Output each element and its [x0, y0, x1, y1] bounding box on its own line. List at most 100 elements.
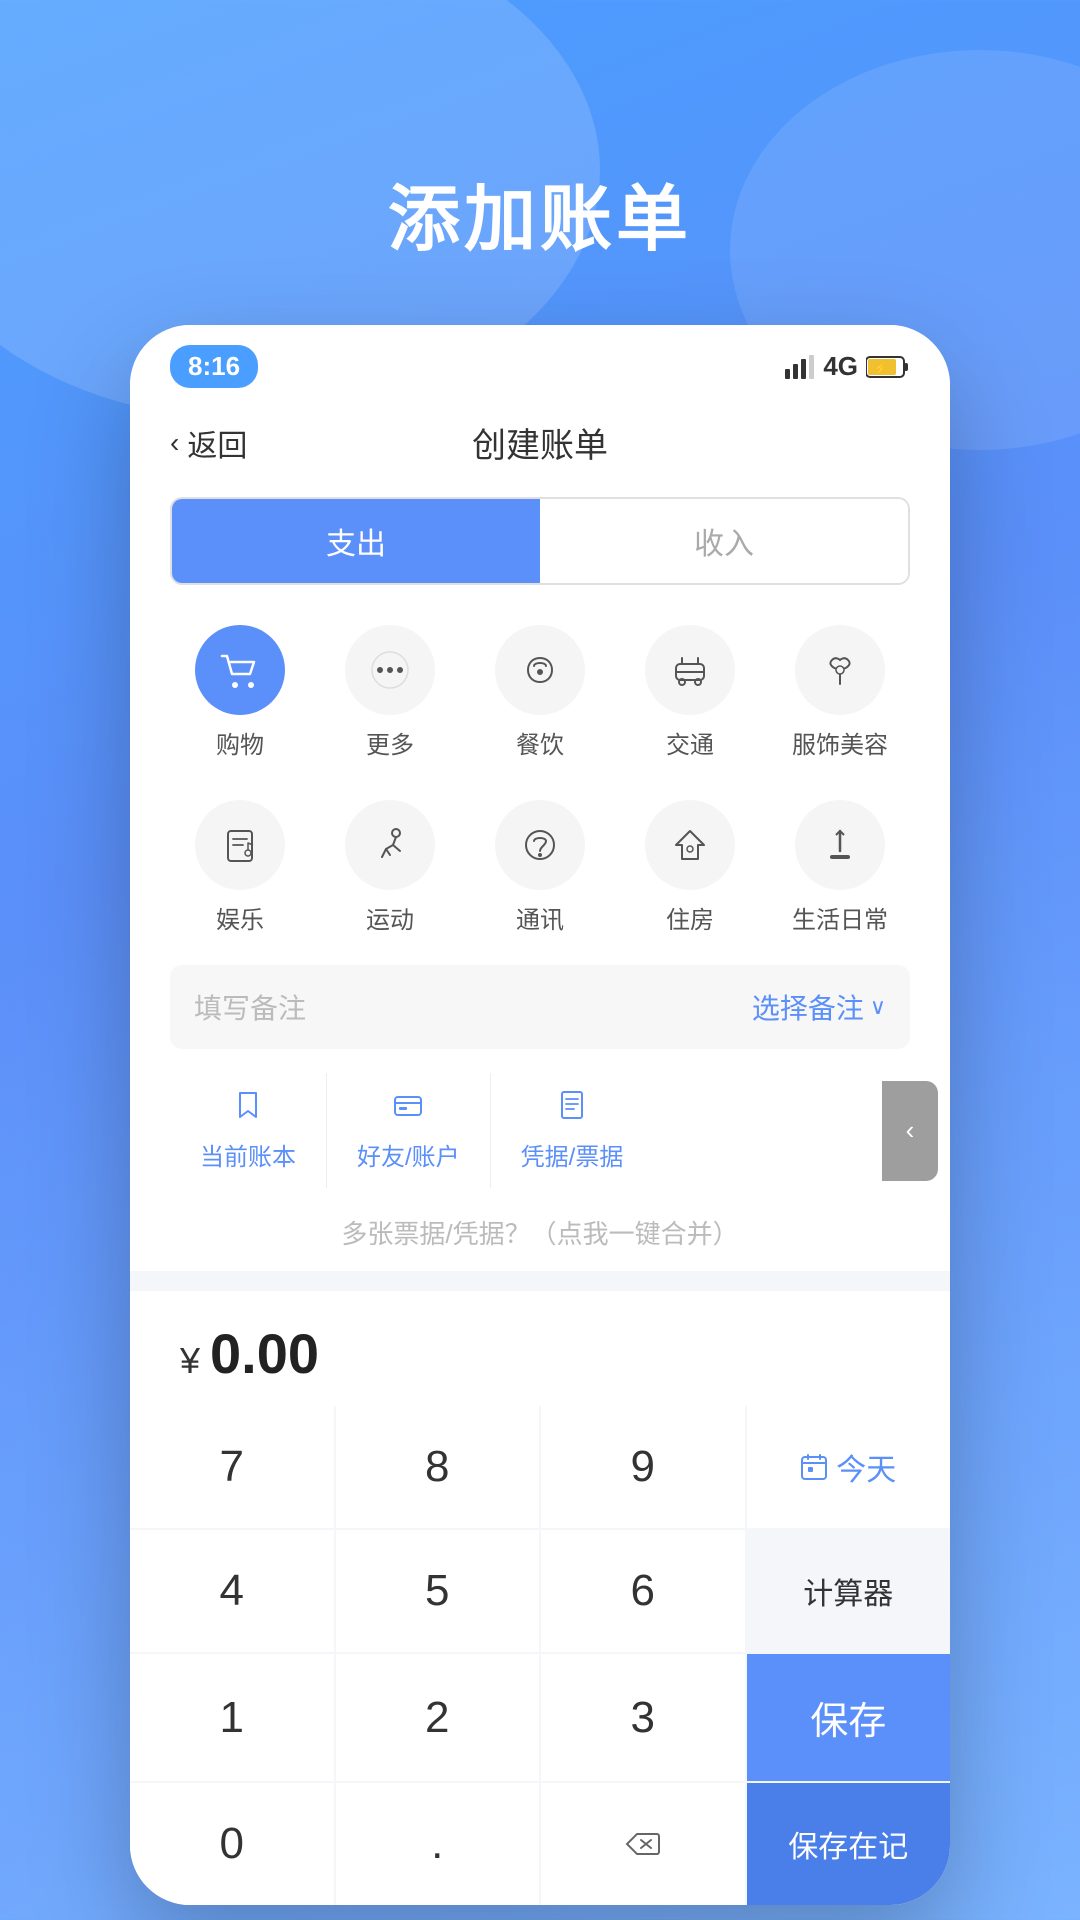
food-icon: [518, 648, 562, 692]
phone-icon: [518, 823, 562, 867]
tab-income[interactable]: 收入: [540, 499, 908, 583]
status-bar: 8:16 4G ⚡: [130, 325, 950, 398]
amount-value: 0.00: [210, 1321, 319, 1386]
key-2[interactable]: 2: [336, 1654, 540, 1781]
category-icon-more: [345, 625, 435, 715]
collapse-handle[interactable]: ‹: [882, 1081, 938, 1181]
more-icon: [368, 648, 412, 692]
select-note-label: 选择备注: [752, 987, 864, 1027]
category-item-daily[interactable]: 生活日常: [770, 790, 910, 945]
signal-icon: [785, 355, 815, 379]
category-item-sports[interactable]: 运动: [320, 790, 460, 945]
category-label-fashion: 服饰美容: [792, 725, 888, 760]
category-icon-telecom: [495, 800, 585, 890]
key-1[interactable]: 1: [130, 1654, 334, 1781]
delete-icon: [625, 1830, 661, 1858]
key-6[interactable]: 6: [541, 1530, 745, 1652]
status-icons: 4G ⚡: [785, 351, 910, 382]
category-icon-food: [495, 625, 585, 715]
phone-frame: 8:16 4G ⚡ ‹ 返回 创建账单 支出: [130, 325, 950, 1905]
category-icon-entertainment: [195, 800, 285, 890]
entertainment-icon: [218, 823, 262, 867]
category-grid-row2: 娱乐 运动: [170, 790, 910, 945]
friend-account-label: 好友/账户: [357, 1137, 460, 1172]
category-item-food[interactable]: 餐饮: [470, 615, 610, 770]
collapse-icon: ‹: [906, 1115, 915, 1146]
note-placeholder[interactable]: 填写备注: [194, 987, 306, 1027]
action-row: 当前账本 好友/账户: [170, 1073, 910, 1188]
app-header: ‹ 返回 创建账单: [130, 398, 950, 497]
battery-icon: ⚡: [866, 355, 910, 379]
chevron-down-icon: ∨: [870, 994, 886, 1020]
currency-symbol: ¥: [180, 1340, 200, 1382]
category-item-telecom[interactable]: 通讯: [470, 790, 610, 945]
key-9[interactable]: 9: [541, 1406, 745, 1528]
transport-icon: [668, 648, 712, 692]
action-current-account[interactable]: 当前账本: [170, 1073, 327, 1188]
category-label-telecom: 通讯: [516, 900, 564, 935]
category-label-housing: 住房: [666, 900, 714, 935]
category-label-transport: 交通: [666, 725, 714, 760]
daily-icon: [818, 823, 862, 867]
key-8[interactable]: 8: [336, 1406, 540, 1528]
calculator-label: 计算器: [803, 1569, 893, 1613]
amount-row: ¥ 0.00: [130, 1291, 950, 1406]
back-label: 返回: [187, 421, 247, 465]
category-icon-fashion: [795, 625, 885, 715]
tabs-container: 支出 收入: [170, 497, 910, 585]
numpad: 7 8 9 今天 4 5 6 计算器 1 2 3 保存 0 .: [130, 1406, 950, 1905]
category-icon-sports: [345, 800, 435, 890]
housing-icon: [668, 823, 712, 867]
category-item-fashion[interactable]: 服饰美容: [770, 615, 910, 770]
category-item-transport[interactable]: 交通: [620, 615, 760, 770]
key-save[interactable]: 保存: [747, 1654, 951, 1781]
category-label-shopping: 购物: [216, 725, 264, 760]
key-today[interactable]: 今天: [747, 1406, 951, 1528]
current-account-label: 当前账本: [200, 1137, 296, 1172]
action-friend-account[interactable]: 好友/账户: [327, 1073, 491, 1188]
category-item-shopping[interactable]: 购物: [170, 615, 310, 770]
key-3[interactable]: 3: [541, 1654, 745, 1781]
key-7[interactable]: 7: [130, 1406, 334, 1528]
flower-icon: [818, 648, 862, 692]
svg-text:⚡: ⚡: [874, 362, 888, 375]
note-row: 填写备注 选择备注 ∨: [170, 965, 910, 1049]
category-label-daily: 生活日常: [792, 900, 888, 935]
category-item-housing[interactable]: 住房: [620, 790, 760, 945]
key-5[interactable]: 5: [336, 1530, 540, 1652]
card-icon: [392, 1089, 424, 1129]
category-item-more[interactable]: 更多: [320, 615, 460, 770]
category-icon-housing: [645, 800, 735, 890]
category-label-more: 更多: [366, 725, 414, 760]
key-4[interactable]: 4: [130, 1530, 334, 1652]
tab-expense[interactable]: 支出: [172, 499, 540, 583]
cart-icon: [218, 648, 262, 692]
merge-tickets-label: 多张票据/凭据？（点我一键合并）: [341, 1219, 738, 1249]
voucher-label: 凭据/票据: [521, 1137, 624, 1172]
page-title: 添加账单: [388, 160, 692, 265]
back-chevron-icon: ‹: [170, 427, 179, 459]
receipt-icon: [556, 1089, 588, 1129]
merge-tickets-row[interactable]: 多张票据/凭据？（点我一键合并）: [170, 1204, 910, 1271]
main-content: 支出 收入 购物: [130, 497, 950, 1271]
category-label-sports: 运动: [366, 900, 414, 935]
key-delete[interactable]: [541, 1783, 745, 1905]
bookmark-icon: [232, 1089, 264, 1129]
key-0[interactable]: 0: [130, 1783, 334, 1905]
category-label-entertainment: 娱乐: [216, 900, 264, 935]
today-label: 今天: [836, 1445, 896, 1489]
key-dot[interactable]: .: [336, 1783, 540, 1905]
key-save-record[interactable]: 保存在记: [747, 1783, 951, 1905]
category-grid-row1: 购物 更多: [170, 615, 910, 770]
calendar-icon: [800, 1453, 828, 1481]
select-note-btn[interactable]: 选择备注 ∨: [752, 987, 886, 1027]
action-voucher[interactable]: 凭据/票据: [491, 1073, 654, 1188]
category-icon-shopping: [195, 625, 285, 715]
category-icon-daily: [795, 800, 885, 890]
key-calculator[interactable]: 计算器: [747, 1530, 951, 1652]
category-item-entertainment[interactable]: 娱乐: [170, 790, 310, 945]
network-type: 4G: [823, 351, 858, 382]
back-button[interactable]: ‹ 返回: [170, 421, 247, 465]
category-icon-transport: [645, 625, 735, 715]
action-section: 当前账本 好友/账户: [170, 1073, 910, 1188]
